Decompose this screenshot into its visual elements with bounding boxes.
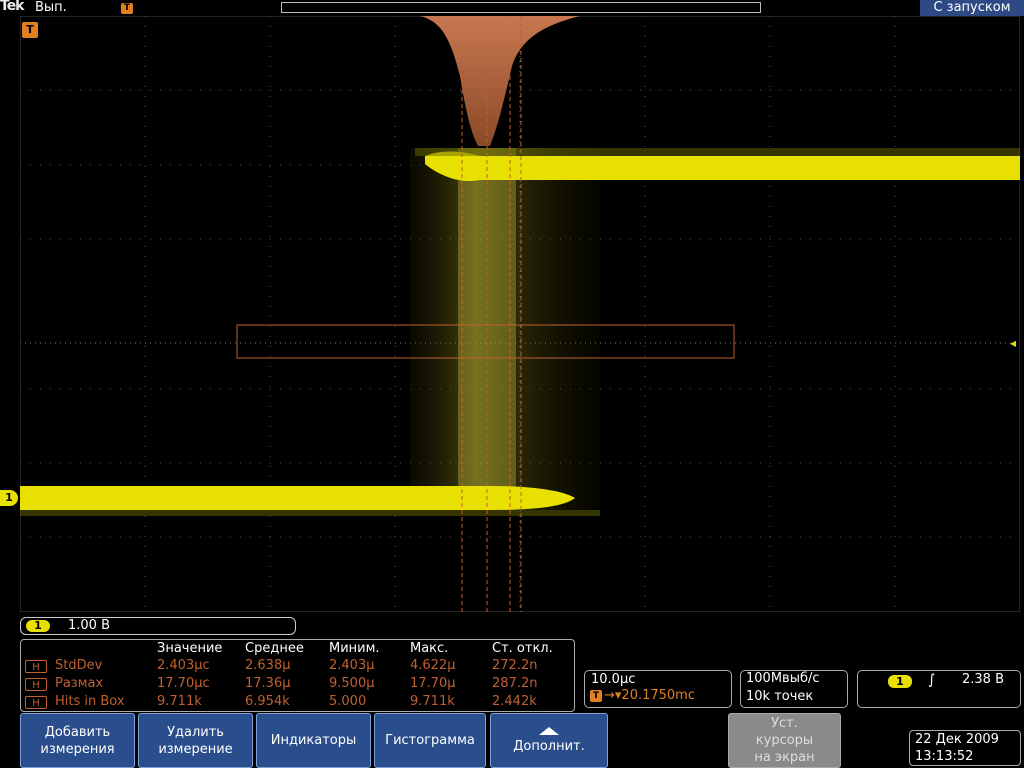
ch1-ground-marker[interactable]: 1 [0,490,18,506]
meas-cell: 17.36µ [245,676,291,691]
record-length: 10k точек [746,689,814,704]
histogram-button[interactable]: Гистограмма [374,713,486,768]
set-cursors-label-3: на экран [754,750,815,765]
meas-row-badge: H [25,696,47,709]
add-measurement-label-1: Добавить [44,724,111,740]
meas-row-label: Размах [55,676,104,691]
meas-row-label: StdDev [55,658,103,673]
timing-histogram [420,16,580,146]
meas-header-value: Значение [157,641,223,656]
meas-cell: 9.711k [410,694,455,709]
time-readout: 13:13:52 [915,749,974,764]
indicators-button[interactable]: Индикаторы [256,713,371,768]
add-measurement-button[interactable]: Добавить измерения [20,713,135,768]
remove-measurement-label-2: измерение [158,741,233,757]
trigger-source-badge: 1 [888,675,912,688]
trigger-level: 2.38 В [962,672,1004,687]
meas-cell: 2.403µ [329,658,375,673]
more-label: Дополнит. [513,738,585,754]
add-measurement-label-2: измерения [40,741,115,757]
trigger-position-top-marker[interactable]: T [121,3,133,14]
meas-row-badge: H [25,660,47,673]
set-cursors-label-2: курсоры [755,733,814,748]
trigger-delay-icon: T [590,690,602,702]
timebase-delay: →▾20.1750mc [604,688,695,703]
rising-edge-icon: ∫ [928,672,936,688]
set-cursors-button[interactable]: Уст. курсоры на экран [728,713,841,768]
record-view-bar [281,2,761,13]
chevron-up-icon [539,726,559,735]
meas-cell: 2.442k [492,694,537,709]
timebase-scale: 10.0µc [591,672,636,687]
sample-rate: 100Мвыб/с [746,671,820,686]
tek-logo: Tek [0,0,24,14]
meas-cell: 272.2n [492,658,538,673]
meas-cell: 6.954k [245,694,290,709]
meas-row-badge: H [25,678,47,691]
meas-cell: 9.500µ [329,676,375,691]
remove-measurement-button[interactable]: Удалить измерение [138,713,253,768]
trigger-level-marker[interactable]: ◂ [1010,337,1024,349]
set-cursors-label-1: Уст. [771,716,798,731]
run-status: Вып. [35,0,67,15]
meas-header-min: Миним. [329,641,380,656]
meas-header-mean: Среднее [245,641,304,656]
meas-cell: 9.711k [157,694,202,709]
histogram-label: Гистограмма [385,733,475,748]
meas-cell: 4.622µ [410,658,456,673]
meas-cell: 5.000 [329,694,367,709]
meas-header-stddev: Ст. откл. [492,641,553,656]
channel-scale-value: 1.00 В [68,618,110,633]
meas-cell: 17.70µc [157,676,210,691]
channel-scale-bar[interactable] [20,617,296,635]
date-readout: 22 Дек 2009 [915,732,999,747]
channel-badge: 1 [26,620,50,632]
ch1-low-trace [20,486,575,510]
meas-cell: 2.638µ [245,658,291,673]
more-button[interactable]: Дополнит. [490,713,608,768]
meas-cell: 287.2n [492,676,538,691]
acquisition-mode[interactable]: С запуском [920,0,1024,16]
meas-cell: 17.70µ [410,676,456,691]
waveform-display[interactable] [20,16,1020,612]
meas-header-max: Макс. [410,641,449,656]
meas-row-label: Hits in Box [55,694,125,709]
trigger-position-marker[interactable]: T [22,22,38,38]
meas-cell: 2.403µc [157,658,210,673]
remove-measurement-label-1: Удалить [167,724,224,740]
indicators-label: Индикаторы [270,733,357,748]
